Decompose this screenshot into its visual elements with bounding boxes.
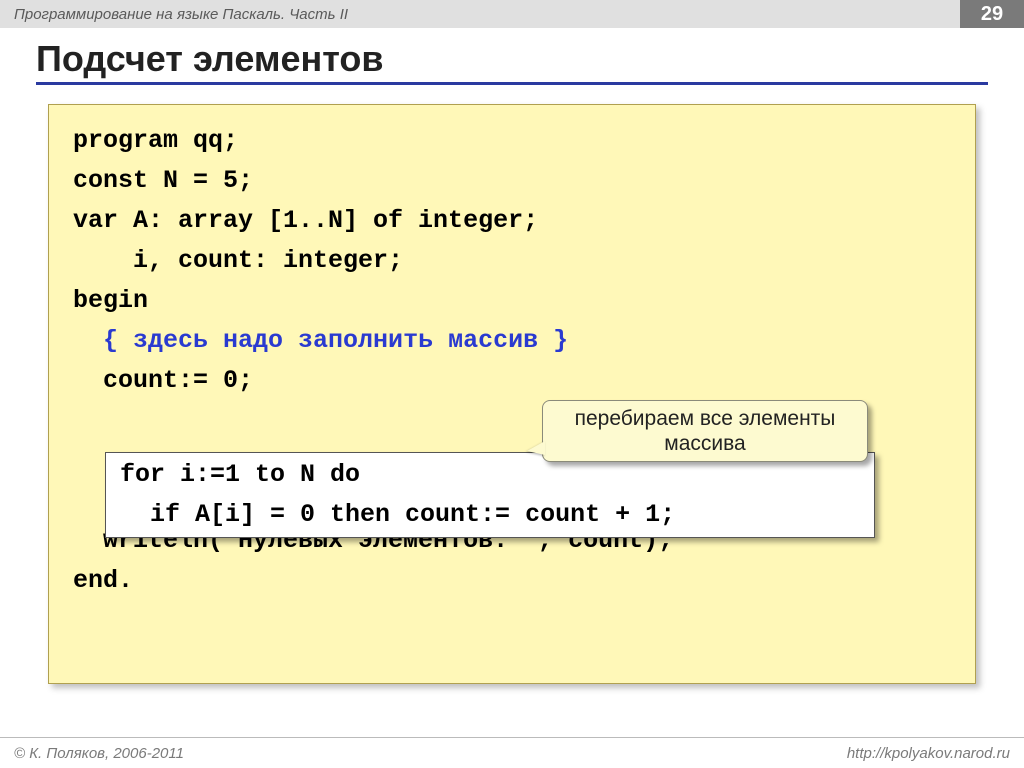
code-block: program qq; const N = 5; var A: array [1… <box>48 104 976 684</box>
callout-text: перебираем все элементы массива <box>551 406 859 456</box>
page-number: 29 <box>960 0 1024 28</box>
slide: Программирование на языке Паскаль. Часть… <box>0 0 1024 768</box>
highlighted-code-box: for i:=1 to N do if A[i] = 0 then count:… <box>105 452 875 538</box>
code-line: const N = 5; <box>73 161 951 201</box>
callout-bubble: перебираем все элементы массива <box>542 400 868 462</box>
code-comment: { здесь надо заполнить массив } <box>103 326 568 355</box>
code-line: program qq; <box>73 121 951 161</box>
slide-footer: © К. Поляков, 2006-2011 http://kpolyakov… <box>0 737 1024 768</box>
code-line: { здесь надо заполнить массив } <box>73 321 951 361</box>
code-line: var A: array [1..N] of integer; <box>73 201 951 241</box>
code-line: begin <box>73 281 951 321</box>
footer-copyright: © К. Поляков, 2006-2011 <box>14 745 184 762</box>
course-title: Программирование на языке Паскаль. Часть… <box>14 6 348 23</box>
footer-url: http://kpolyakov.narod.ru <box>847 745 1010 762</box>
slide-title: Подсчет элементов <box>36 38 988 85</box>
code-line: if A[i] = 0 then count:= count + 1; <box>120 495 860 535</box>
code-line: count:= 0; <box>73 361 951 401</box>
slide-header: Программирование на языке Паскаль. Часть… <box>0 0 1024 28</box>
code-line: i, count: integer; <box>73 241 951 281</box>
code-line: end. <box>73 561 951 601</box>
